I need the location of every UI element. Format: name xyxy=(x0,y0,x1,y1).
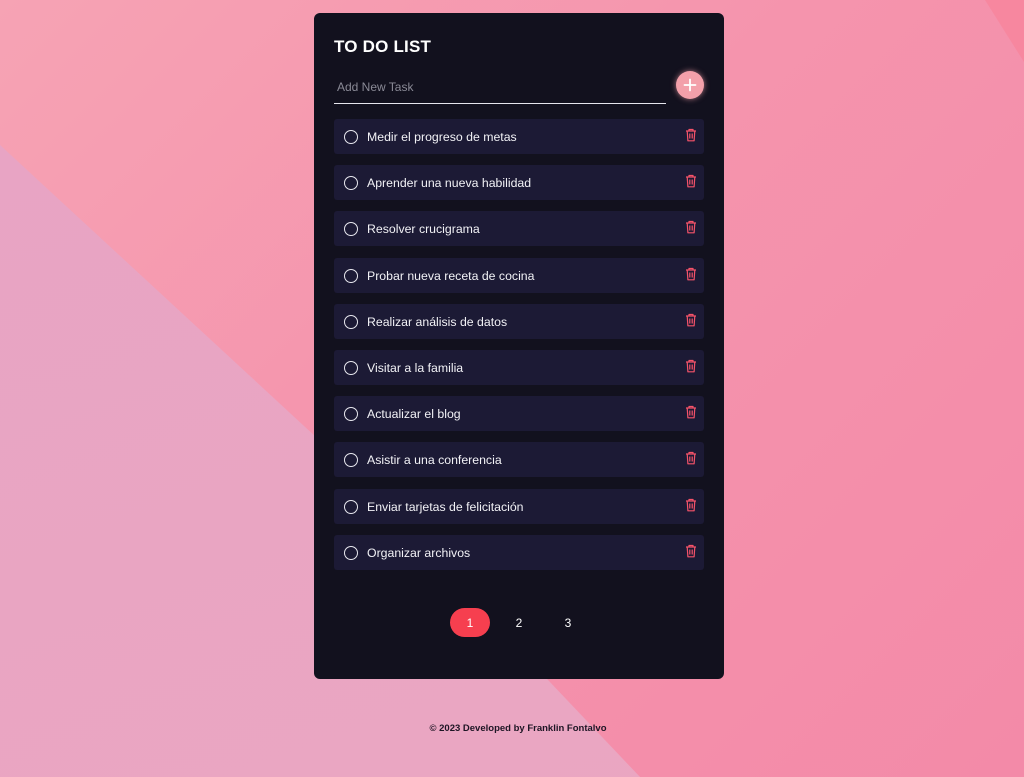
trash-icon[interactable] xyxy=(685,128,697,142)
task-label: Aprender una nueva habilidad xyxy=(367,176,532,191)
trash-icon[interactable] xyxy=(685,544,697,558)
task-item: Realizar análisis de datos xyxy=(334,303,704,339)
task-list: Medir el progreso de metas Aprender una … xyxy=(334,119,704,581)
task-label: Medir el progreso de metas xyxy=(367,130,517,144)
task-item: Resolver crucigrama xyxy=(334,211,704,247)
task-checkbox[interactable] xyxy=(344,268,358,283)
add-task-button[interactable] xyxy=(676,71,704,99)
task-label: Actualizar el blog xyxy=(367,407,461,422)
task-item: Asistir a una conferencia xyxy=(334,442,704,478)
task-checkbox[interactable] xyxy=(344,222,358,237)
task-checkbox[interactable] xyxy=(344,499,358,514)
new-task-input[interactable] xyxy=(334,77,666,104)
task-checkbox[interactable] xyxy=(344,453,358,468)
page-title: TO DO LIST xyxy=(334,37,432,56)
page-button-3[interactable]: 3 xyxy=(548,608,588,637)
task-item: Probar nueva receta de cocina xyxy=(334,257,704,293)
trash-icon[interactable] xyxy=(685,498,697,512)
task-label: Enviar tarjetas de felicitación xyxy=(367,499,524,514)
plus-icon xyxy=(683,78,697,92)
trash-icon[interactable] xyxy=(685,451,697,465)
task-checkbox[interactable] xyxy=(344,545,358,560)
task-item: Actualizar el blog xyxy=(334,396,704,432)
task-checkbox[interactable] xyxy=(344,360,358,375)
task-item: Medir el progreso de metas xyxy=(334,119,704,154)
task-checkbox[interactable] xyxy=(344,130,358,144)
footer-credit: © 2023 Developed by Franklin Fontalvo xyxy=(429,723,607,734)
task-label: Organizar archivos xyxy=(367,545,471,560)
trash-icon[interactable] xyxy=(685,405,697,419)
pagination: 1 2 3 xyxy=(450,608,597,637)
trash-icon[interactable] xyxy=(685,359,697,373)
task-checkbox[interactable] xyxy=(344,314,358,329)
task-checkbox[interactable] xyxy=(344,407,358,422)
task-label: Realizar análisis de datos xyxy=(367,314,508,329)
task-label: Visitar a la familia xyxy=(367,360,464,375)
task-item: Visitar a la familia xyxy=(334,349,704,385)
task-item: Organizar archivos xyxy=(334,534,704,570)
task-item: Aprender una nueva habilidad xyxy=(334,165,704,201)
trash-icon[interactable] xyxy=(685,220,697,234)
task-label: Asistir a una conferencia xyxy=(367,453,502,468)
task-checkbox[interactable] xyxy=(344,176,358,191)
page-button-2[interactable]: 2 xyxy=(499,608,539,637)
trash-icon[interactable] xyxy=(685,267,697,281)
task-label: Probar nueva receta de cocina xyxy=(367,268,535,283)
page-button-1[interactable]: 1 xyxy=(450,608,490,637)
trash-icon[interactable] xyxy=(685,313,697,327)
task-item: Enviar tarjetas de felicitación xyxy=(334,488,704,524)
trash-icon[interactable] xyxy=(685,174,697,188)
todo-card: TO DO LIST Medir el progreso de metas Ap… xyxy=(314,13,724,679)
task-label: Resolver crucigrama xyxy=(367,222,480,237)
